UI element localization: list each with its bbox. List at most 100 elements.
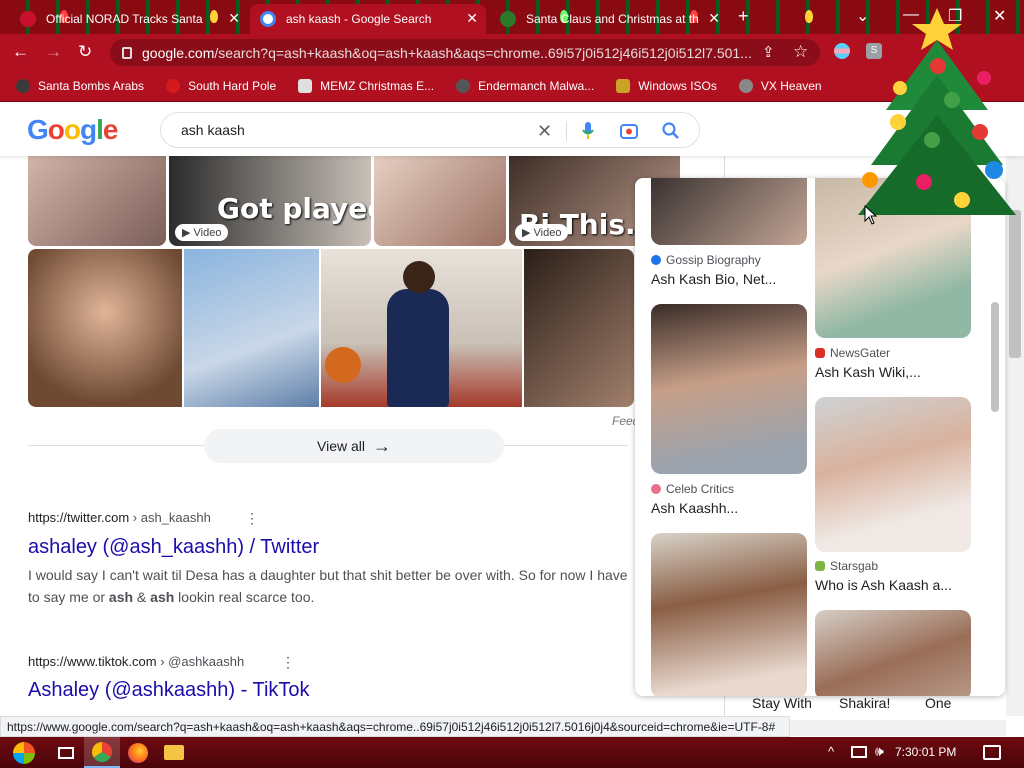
result-url[interactable]: https://www.tiktok.com › @ashkaashh <box>28 654 244 669</box>
reload-icon[interactable]: ↻ <box>78 42 92 62</box>
view-all-button[interactable]: View all → <box>204 429 504 463</box>
url-host: google.com <box>142 44 215 61</box>
tab-google-search[interactable]: ash kaash - Google Search ✕ <box>250 4 486 34</box>
vx-heaven-icon <box>738 78 753 93</box>
url-path: › @ashkaashh <box>156 654 245 669</box>
thumbnail-overlay-text: Got played.. <box>217 192 371 225</box>
image-title-link[interactable]: Who is Ash Kaash a... <box>815 577 952 593</box>
image-title-link[interactable]: Ash Kaashh... <box>651 500 738 516</box>
start-button[interactable] <box>0 737 48 768</box>
bookmark-south-hard-pole[interactable]: South Hard Pole <box>166 78 276 93</box>
bookmark-label: MEMZ Christmas E... <box>320 78 435 93</box>
result-snippet: I would say I can't wait til Desa has a … <box>28 564 633 608</box>
more-options-icon[interactable]: ⋮ <box>245 510 259 527</box>
url-path: › ash_kaashh <box>129 510 211 525</box>
image-preview-panel: Gossip Biography Ash Kash Bio, Net... Ne… <box>635 178 1005 696</box>
tab-norad[interactable]: Official NORAD Tracks Santa ✕ <box>10 4 248 34</box>
result-title-link[interactable]: Ashaley (@ashkaashh) - TikTok <box>28 679 310 702</box>
back-arrow-icon[interactable]: ← <box>12 42 29 62</box>
panel-scrollbar[interactable] <box>989 182 1001 692</box>
windows-logo-icon <box>13 741 35 764</box>
bookmark-label: Santa Bombs Arabs <box>38 78 145 93</box>
bookmark-windows-isos[interactable]: Windows ISOs <box>616 78 717 93</box>
santa-bombs-icon <box>16 78 30 93</box>
tab-santa-claus[interactable]: Santa Claus and Christmas at th ✕ <box>490 4 728 34</box>
volume-icon[interactable]: 🕪 <box>875 743 884 760</box>
bookmark-star-icon[interactable]: ☆ <box>793 42 808 62</box>
task-view-button[interactable] <box>48 737 84 768</box>
bookmark-santa-bombs[interactable]: Santa Bombs Arabs <box>16 78 145 93</box>
panel-scrollbar-thumb[interactable] <box>991 302 999 412</box>
basketball-icon <box>325 347 361 383</box>
panel-image[interactable] <box>651 304 807 474</box>
suggestion-label[interactable]: One <box>925 695 951 711</box>
tab-title: ash kaash - Google Search <box>286 12 432 26</box>
microphone-icon[interactable] <box>581 121 595 141</box>
share-icon[interactable]: ⇪ <box>762 43 775 61</box>
image-result-thumbnail[interactable] <box>28 249 182 407</box>
suggestion-label[interactable]: Shakira! <box>839 695 890 711</box>
light-bulb <box>805 10 813 23</box>
close-tab-icon[interactable]: ✕ <box>708 10 720 27</box>
notification-center-icon[interactable] <box>983 745 1001 760</box>
bookmark-vx-heaven[interactable]: VX Heaven <box>738 78 822 93</box>
link-status-bar: https://www.google.com/search?q=ash+kaas… <box>0 716 790 737</box>
image-result-video-thumbnail[interactable]: Got played.. ▶ Video <box>169 148 371 246</box>
more-options-icon[interactable]: ⋮ <box>281 654 295 671</box>
chrome-taskbar-button[interactable] <box>84 737 120 768</box>
image-result-thumbnail[interactable] <box>374 148 506 246</box>
player-head <box>403 261 435 293</box>
player-figure <box>387 289 449 407</box>
folder-icon <box>164 745 184 760</box>
page-scrollbar-thumb[interactable] <box>1009 210 1021 358</box>
lens-camera-icon[interactable] <box>619 121 639 141</box>
image-result-thumbnail[interactable] <box>28 148 166 246</box>
source-name: Celeb Critics <box>666 482 735 496</box>
panel-image[interactable] <box>651 178 807 245</box>
forward-arrow-icon[interactable]: → <box>45 42 62 62</box>
image-result-thumbnail[interactable] <box>524 249 634 407</box>
google-logo[interactable]: Google <box>27 114 118 146</box>
bookmark-memz[interactable]: MEMZ Christmas E... <box>298 78 435 93</box>
mouse-cursor-icon <box>864 205 878 225</box>
close-tab-icon[interactable]: ✕ <box>466 10 478 27</box>
close-tab-icon[interactable]: ✕ <box>228 10 240 27</box>
image-result-basketball-thumbnail[interactable] <box>321 249 522 407</box>
source-name: NewsGater <box>830 346 891 360</box>
address-bar[interactable]: google.com /search?q=ash+kaash&oq=ash+ka… <box>110 39 820 66</box>
video-badge: ▶ Video <box>515 224 569 241</box>
panel-image[interactable] <box>815 397 971 552</box>
search-icon[interactable] <box>661 121 681 141</box>
bookmark-endermanch[interactable]: Endermanch Malwa... <box>456 78 594 93</box>
image-source: Celeb Critics <box>651 482 734 496</box>
network-icon[interactable] <box>851 746 867 758</box>
firefox-taskbar-button[interactable] <box>120 737 156 768</box>
url-base: https://www.tiktok.com <box>28 654 157 669</box>
suggestion-label[interactable]: Stay With <box>752 695 812 711</box>
search-input[interactable]: ash kaash ✕ <box>160 112 700 148</box>
snippet-text: lookin real scarce too. <box>174 589 315 605</box>
panel-image[interactable] <box>651 533 807 696</box>
file-explorer-taskbar-button[interactable] <box>156 737 192 768</box>
google-favicon-icon <box>260 11 276 27</box>
norad-favicon-icon <box>20 11 36 27</box>
new-tab-button[interactable]: + <box>738 6 749 27</box>
source-name: Starsgab <box>830 559 879 573</box>
image-title-link[interactable]: Ash Kash Bio, Net... <box>651 271 776 287</box>
search-query: ash kaash <box>181 122 245 138</box>
view-all-label: View all <box>317 438 365 454</box>
arrow-right-icon: → <box>373 435 391 456</box>
extension-flag-icon[interactable] <box>834 43 850 59</box>
tray-expand-icon[interactable]: ^ <box>828 744 834 759</box>
url-path: /search?q=ash+kaash&oq=ash+kaash&aqs=chr… <box>214 44 752 61</box>
image-title-link[interactable]: Ash Kash Wiki,... <box>815 364 921 380</box>
bookmark-label: Windows ISOs <box>638 78 717 93</box>
clear-icon[interactable]: ✕ <box>537 121 552 142</box>
tab-title: Santa Claus and Christmas at th <box>526 12 699 26</box>
result-title-link[interactable]: ashaley (@ash_kaashh) / Twitter <box>28 536 319 559</box>
image-result-thumbnail[interactable] <box>184 249 319 407</box>
result-url[interactable]: https://twitter.com › ash_kaashh <box>28 510 211 525</box>
snippet-text: & <box>133 589 151 605</box>
panel-image[interactable] <box>815 610 971 696</box>
taskbar-clock[interactable]: 7:30:01 PM <box>895 745 956 759</box>
